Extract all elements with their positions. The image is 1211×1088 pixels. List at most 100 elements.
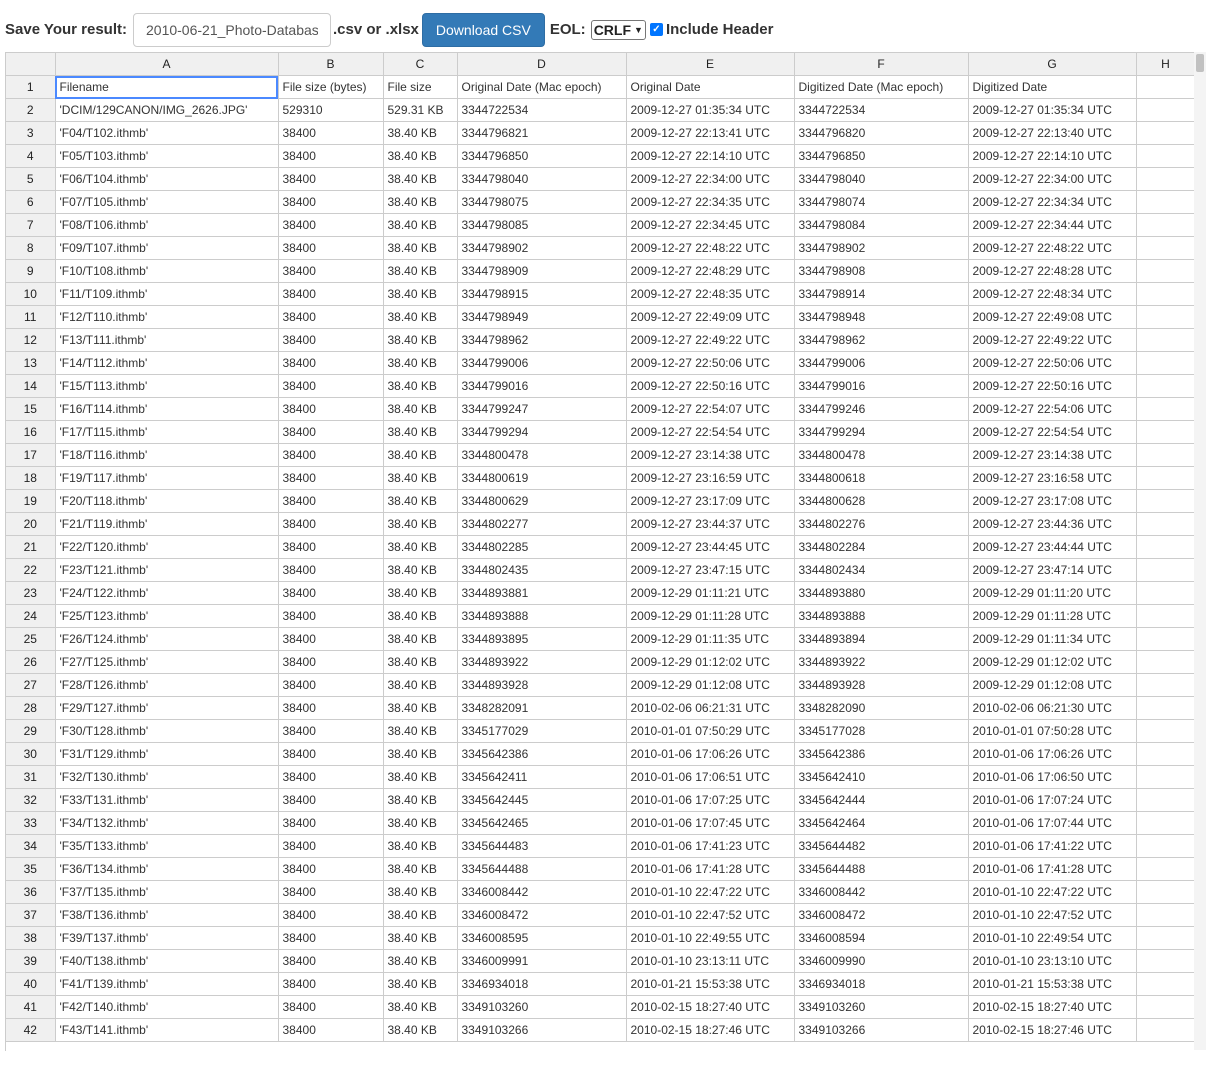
cell-c3[interactable]: 38.40 KB	[383, 121, 458, 145]
cell-c13[interactable]: 38.40 KB	[383, 351, 458, 375]
cell-h2[interactable]	[1136, 98, 1195, 122]
cell-d39[interactable]: 3346009991	[457, 949, 627, 973]
cell-b5[interactable]: 38400	[278, 167, 384, 191]
row-number[interactable]: 37	[6, 903, 56, 927]
cell-g38[interactable]: 2010-01-10 22:49:54 UTC	[968, 926, 1137, 950]
cell-d25[interactable]: 3344893895	[457, 627, 627, 651]
cell-d26[interactable]: 3344893922	[457, 650, 627, 674]
cell-g37[interactable]: 2010-01-10 22:47:52 UTC	[968, 903, 1137, 927]
cell-c21[interactable]: 38.40 KB	[383, 535, 458, 559]
row-number[interactable]: 3	[6, 121, 56, 145]
cell-d1[interactable]: Original Date (Mac epoch)	[457, 75, 627, 99]
cell-g39[interactable]: 2010-01-10 23:13:10 UTC	[968, 949, 1137, 973]
cell-c20[interactable]: 38.40 KB	[383, 512, 458, 536]
cell-b24[interactable]: 38400	[278, 604, 384, 628]
cell-f32[interactable]: 3345642444	[794, 788, 969, 812]
cell-a15[interactable]: 'F16/T114.ithmb'	[55, 397, 279, 421]
cell-e19[interactable]: 2009-12-27 23:17:09 UTC	[626, 489, 795, 513]
cell-h23[interactable]	[1136, 581, 1195, 605]
cell-c30[interactable]: 38.40 KB	[383, 742, 458, 766]
cell-e9[interactable]: 2009-12-27 22:48:29 UTC	[626, 259, 795, 283]
cell-a14[interactable]: 'F15/T113.ithmb'	[55, 374, 279, 398]
cell-c40[interactable]: 38.40 KB	[383, 972, 458, 996]
cell-f25[interactable]: 3344893894	[794, 627, 969, 651]
cell-a1[interactable]: Filename	[55, 75, 279, 99]
cell-f17[interactable]: 3344800478	[794, 443, 969, 467]
cell-b34[interactable]: 38400	[278, 834, 384, 858]
cell-h18[interactable]	[1136, 466, 1195, 490]
cell-a26[interactable]: 'F27/T125.ithmb'	[55, 650, 279, 674]
row-number[interactable]: 24	[6, 604, 56, 628]
row-number[interactable]: 21	[6, 535, 56, 559]
cell-a32[interactable]: 'F33/T131.ithmb'	[55, 788, 279, 812]
cell-e39[interactable]: 2010-01-10 23:13:11 UTC	[626, 949, 795, 973]
cell-g23[interactable]: 2009-12-29 01:11:20 UTC	[968, 581, 1137, 605]
cell-f14[interactable]: 3344799016	[794, 374, 969, 398]
cell-f29[interactable]: 3345177028	[794, 719, 969, 743]
cell-d10[interactable]: 3344798915	[457, 282, 627, 306]
row-number[interactable]: 41	[6, 995, 56, 1019]
cell-h36[interactable]	[1136, 880, 1195, 904]
cell-e16[interactable]: 2009-12-27 22:54:54 UTC	[626, 420, 795, 444]
column-header-a[interactable]: A	[55, 53, 279, 76]
cell-h16[interactable]	[1136, 420, 1195, 444]
cell-f26[interactable]: 3344893922	[794, 650, 969, 674]
cell-d20[interactable]: 3344802277	[457, 512, 627, 536]
cell-h11[interactable]	[1136, 305, 1195, 329]
cell-f2[interactable]: 3344722534	[794, 98, 969, 122]
row-number[interactable]: 26	[6, 650, 56, 674]
cell-f12[interactable]: 3344798962	[794, 328, 969, 352]
cell-h33[interactable]	[1136, 811, 1195, 835]
cell-g35[interactable]: 2010-01-06 17:41:28 UTC	[968, 857, 1137, 881]
cell-f28[interactable]: 3348282090	[794, 696, 969, 720]
cell-c5[interactable]: 38.40 KB	[383, 167, 458, 191]
cell-d24[interactable]: 3344893888	[457, 604, 627, 628]
cell-h30[interactable]	[1136, 742, 1195, 766]
cell-g14[interactable]: 2009-12-27 22:50:16 UTC	[968, 374, 1137, 398]
row-number[interactable]: 10	[6, 282, 56, 306]
cell-c2[interactable]: 529.31 KB	[383, 98, 458, 122]
cell-b27[interactable]: 38400	[278, 673, 384, 697]
cell-b17[interactable]: 38400	[278, 443, 384, 467]
cell-c34[interactable]: 38.40 KB	[383, 834, 458, 858]
cell-h4[interactable]	[1136, 144, 1195, 168]
cell-c32[interactable]: 38.40 KB	[383, 788, 458, 812]
cell-c10[interactable]: 38.40 KB	[383, 282, 458, 306]
cell-b40[interactable]: 38400	[278, 972, 384, 996]
cell-e15[interactable]: 2009-12-27 22:54:07 UTC	[626, 397, 795, 421]
cell-b15[interactable]: 38400	[278, 397, 384, 421]
cell-g26[interactable]: 2009-12-29 01:12:02 UTC	[968, 650, 1137, 674]
cell-f8[interactable]: 3344798902	[794, 236, 969, 260]
cell-d32[interactable]: 3345642445	[457, 788, 627, 812]
cell-f16[interactable]: 3344799294	[794, 420, 969, 444]
cell-d41[interactable]: 3349103260	[457, 995, 627, 1019]
cell-a29[interactable]: 'F30/T128.ithmb'	[55, 719, 279, 743]
cell-f33[interactable]: 3345642464	[794, 811, 969, 835]
cell-b39[interactable]: 38400	[278, 949, 384, 973]
cell-g41[interactable]: 2010-02-15 18:27:40 UTC	[968, 995, 1137, 1019]
cell-c25[interactable]: 38.40 KB	[383, 627, 458, 651]
cell-b33[interactable]: 38400	[278, 811, 384, 835]
cell-a20[interactable]: 'F21/T119.ithmb'	[55, 512, 279, 536]
cell-c4[interactable]: 38.40 KB	[383, 144, 458, 168]
row-number[interactable]: 12	[6, 328, 56, 352]
cell-a39[interactable]: 'F40/T138.ithmb'	[55, 949, 279, 973]
cell-f39[interactable]: 3346009990	[794, 949, 969, 973]
row-number[interactable]: 33	[6, 811, 56, 835]
cell-h40[interactable]	[1136, 972, 1195, 996]
cell-e25[interactable]: 2009-12-29 01:11:35 UTC	[626, 627, 795, 651]
cell-g42[interactable]: 2010-02-15 18:27:46 UTC	[968, 1018, 1137, 1042]
cell-b6[interactable]: 38400	[278, 190, 384, 214]
cell-d2[interactable]: 3344722534	[457, 98, 627, 122]
row-number[interactable]: 7	[6, 213, 56, 237]
cell-e36[interactable]: 2010-01-10 22:47:22 UTC	[626, 880, 795, 904]
cell-e6[interactable]: 2009-12-27 22:34:35 UTC	[626, 190, 795, 214]
cell-a30[interactable]: 'F31/T129.ithmb'	[55, 742, 279, 766]
cell-g19[interactable]: 2009-12-27 23:17:08 UTC	[968, 489, 1137, 513]
cell-h21[interactable]	[1136, 535, 1195, 559]
cell-h10[interactable]	[1136, 282, 1195, 306]
cell-h22[interactable]	[1136, 558, 1195, 582]
row-number[interactable]: 9	[6, 259, 56, 283]
column-header-f[interactable]: F	[794, 53, 969, 76]
cell-a22[interactable]: 'F23/T121.ithmb'	[55, 558, 279, 582]
